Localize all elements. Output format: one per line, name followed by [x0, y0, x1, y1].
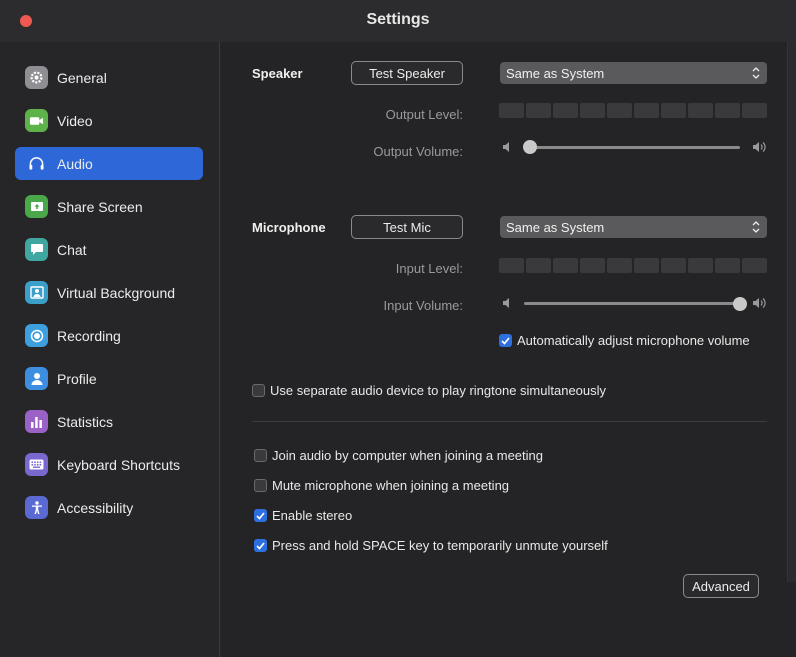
sidebar-item-statistics[interactable]: Statistics [15, 405, 203, 438]
input-volume-track [524, 302, 740, 305]
speaker-device-select[interactable]: Same as System [500, 62, 767, 84]
bar-chart-icon [25, 410, 48, 433]
scrollbar[interactable] [787, 42, 796, 582]
sidebar-item-accessibility[interactable]: Accessibility [15, 491, 203, 524]
separate-ringtone-label: Use separate audio device to play ringto… [270, 383, 607, 398]
enable-stereo-checkbox[interactable] [254, 509, 267, 522]
mute-mic-checkbox[interactable] [254, 479, 267, 492]
sidebar-item-label: Keyboard Shortcuts [57, 456, 180, 473]
sidebar-item-label: Audio [57, 155, 93, 172]
join-audio-label: Join audio by computer when joining a me… [272, 448, 544, 463]
checkmark-icon [256, 541, 265, 550]
mute-mic-option[interactable]: Mute microphone when joining a meeting [254, 478, 509, 493]
sidebar: General Video Audio Share Screen Chat Vi… [0, 42, 220, 657]
sidebar-item-keyboard-shortcuts[interactable]: Keyboard Shortcuts [15, 448, 203, 481]
microphone-device-value: Same as System [506, 219, 605, 235]
sidebar-item-label: Recording [57, 327, 121, 344]
separate-ringtone-option[interactable]: Use separate audio device to play ringto… [252, 383, 606, 398]
checkmark-icon [256, 511, 265, 520]
virtual-background-icon [25, 281, 48, 304]
share-screen-icon [25, 195, 48, 218]
push-to-talk-option[interactable]: Press and hold SPACE key to temporarily … [254, 538, 608, 553]
accessibility-person-icon [25, 496, 48, 519]
enable-stereo-option[interactable]: Enable stereo [254, 508, 352, 523]
output-level-meter [499, 103, 767, 118]
push-to-talk-label: Press and hold SPACE key to temporarily … [272, 538, 608, 553]
microphone-section-label: Microphone [252, 220, 326, 235]
profile-person-icon [25, 367, 48, 390]
output-volume-slider[interactable] [523, 140, 538, 154]
sidebar-item-label: Accessibility [57, 499, 134, 516]
separate-ringtone-checkbox[interactable] [252, 384, 265, 397]
mute-mic-label: Mute microphone when joining a meeting [272, 478, 510, 493]
test-mic-button[interactable]: Test Mic [351, 215, 463, 239]
output-level-label: Output Level: [385, 107, 463, 122]
output-volume-label: Output Volume: [373, 144, 463, 159]
volume-low-icon [503, 298, 509, 308]
keyboard-icon [25, 453, 48, 476]
enable-stereo-label: Enable stereo [272, 508, 353, 523]
sidebar-item-label: Chat [57, 241, 87, 258]
section-divider [252, 421, 767, 422]
gear-icon [25, 66, 48, 89]
input-level-meter [499, 258, 767, 273]
volume-high-icon [753, 142, 766, 152]
sidebar-item-label: Share Screen [57, 198, 143, 215]
output-volume-track [524, 146, 740, 149]
headphones-icon [25, 152, 48, 175]
sidebar-item-label: Profile [57, 370, 97, 387]
sidebar-item-profile[interactable]: Profile [15, 362, 203, 395]
speaker-device-value: Same as System [506, 65, 605, 81]
auto-adjust-mic-checkbox[interactable] [499, 334, 512, 347]
auto-adjust-mic-label: Automatically adjust microphone volume [517, 333, 750, 348]
chat-bubble-icon [25, 238, 48, 261]
microphone-device-select[interactable]: Same as System [500, 216, 767, 238]
window-title: Settings [366, 11, 430, 28]
input-level-label: Input Level: [395, 261, 463, 276]
sidebar-item-audio[interactable]: Audio [15, 147, 203, 180]
sidebar-item-share-screen[interactable]: Share Screen [15, 190, 203, 223]
test-speaker-button[interactable]: Test Speaker [351, 61, 463, 85]
sidebar-item-virtual-background[interactable]: Virtual Background [15, 276, 203, 309]
join-audio-checkbox[interactable] [254, 449, 267, 462]
input-volume-slider[interactable] [733, 297, 747, 311]
chevron-up-down-icon [752, 221, 760, 233]
sidebar-item-general[interactable]: General [15, 61, 203, 94]
input-volume-label: Input Volume: [383, 298, 464, 313]
audio-settings-panel: Speaker Test Speaker Same as System Outp… [220, 42, 796, 657]
speaker-section-label: Speaker [252, 66, 303, 81]
recording-icon [25, 324, 48, 347]
push-to-talk-checkbox[interactable] [254, 539, 267, 552]
checkmark-icon [501, 336, 510, 345]
sidebar-item-label: General [57, 69, 107, 86]
sidebar-item-label: Video [57, 112, 93, 129]
video-camera-icon [25, 109, 48, 132]
volume-high-icon [753, 298, 766, 308]
advanced-button[interactable]: Advanced [683, 574, 759, 598]
sidebar-item-chat[interactable]: Chat [15, 233, 203, 266]
volume-low-icon [503, 142, 509, 152]
sidebar-item-recording[interactable]: Recording [15, 319, 203, 352]
auto-adjust-mic-option[interactable]: Automatically adjust microphone volume [499, 333, 750, 348]
join-audio-option[interactable]: Join audio by computer when joining a me… [254, 448, 543, 463]
sidebar-item-label: Virtual Background [57, 284, 176, 301]
sidebar-item-label: Statistics [57, 413, 114, 430]
sidebar-item-video[interactable]: Video [15, 104, 203, 137]
chevron-up-down-icon [752, 67, 760, 79]
title-bar: Settings [0, 0, 796, 42]
